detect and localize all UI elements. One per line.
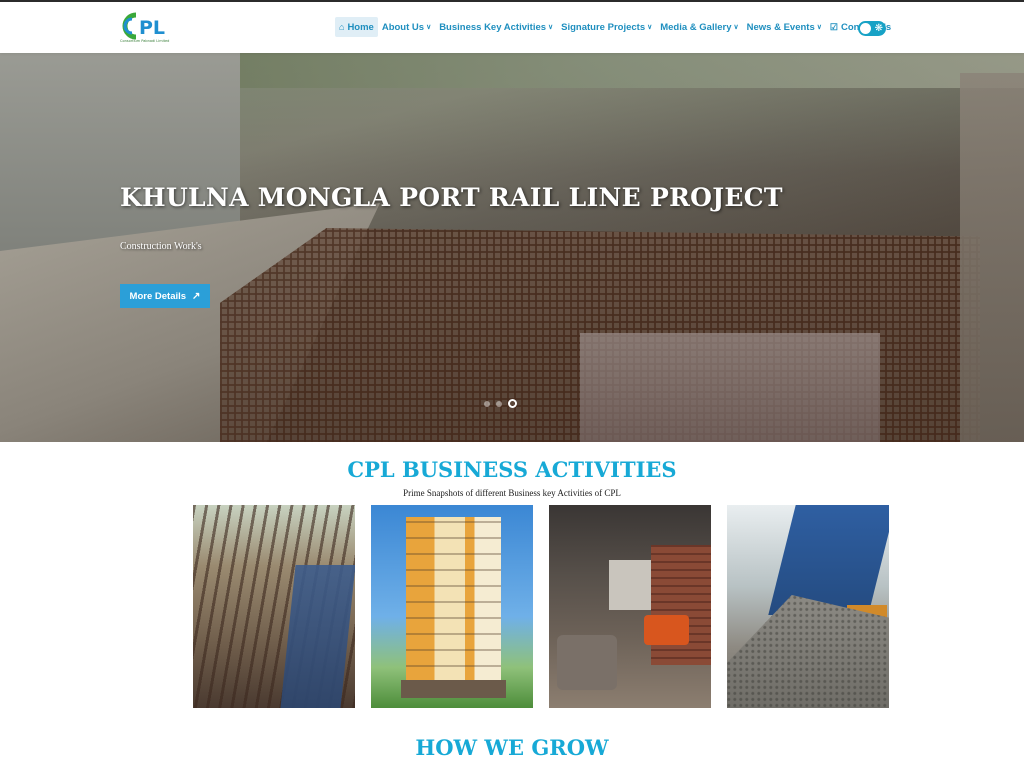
hero-title: KHULNA MONGLA PORT RAIL LINE PROJECT <box>120 183 783 212</box>
business-activities-gallery <box>193 505 889 708</box>
interior-window <box>609 560 654 610</box>
nav-news-events[interactable]: News & Events ∨ <box>743 17 826 37</box>
slider-pagination <box>484 399 517 408</box>
sun-icon: ❋ <box>874 23 883 34</box>
slider-dot-1[interactable] <box>484 400 490 407</box>
cpl-logo[interactable]: PL Consortium Pabnadi Limited <box>120 11 178 45</box>
chevron-down-icon: ∨ <box>816 24 822 31</box>
residential-building-photo[interactable] <box>371 505 533 708</box>
interior-design-photo[interactable] <box>549 505 711 708</box>
hero-photo-pit <box>580 333 880 442</box>
nav-signature-label: Signature Projects <box>561 21 646 33</box>
slider-dot-3[interactable] <box>508 399 517 408</box>
construction-site-photo[interactable] <box>193 505 355 708</box>
home-icon: ⌂ <box>339 22 345 32</box>
nav-news-label: News & Events <box>746 21 815 33</box>
svg-text:PL: PL <box>139 17 165 39</box>
hero-subtitle: Construction Work's <box>120 241 202 252</box>
building-base <box>401 680 506 698</box>
nav-business-key-activities[interactable]: Business Key Activities ∨ <box>435 17 557 37</box>
interior-brick-wall <box>651 545 711 665</box>
main-nav: ⌂ Home About Us ∨ Business Key Activitie… <box>335 17 895 37</box>
nav-signature-projects[interactable]: Signature Projects ∨ <box>557 17 656 37</box>
theme-toggle[interactable]: ❋ <box>858 21 886 36</box>
chevron-down-icon: ∨ <box>426 24 432 31</box>
toggle-knob <box>860 23 871 34</box>
gravel-pile <box>727 595 889 708</box>
nav-media-gallery[interactable]: Media & Gallery ∨ <box>656 17 742 37</box>
dump-truck-gravel-photo[interactable] <box>727 505 889 708</box>
contact-icon: ☑ <box>829 21 838 32</box>
truck-bed <box>768 505 889 615</box>
interior-sofa <box>557 635 617 690</box>
site-header: PL Consortium Pabnadi Limited ⌂ Home Abo… <box>0 0 1024 53</box>
more-details-label: More Details <box>129 290 187 302</box>
nav-home[interactable]: ⌂ Home <box>335 17 378 37</box>
chevron-down-icon: ∨ <box>647 24 653 31</box>
nav-about-us-label: About Us <box>381 21 425 33</box>
more-details-button[interactable]: More Details ↗ <box>120 284 210 308</box>
building-shape <box>406 517 501 697</box>
hero-photo-background <box>200 53 1024 88</box>
hero-photo-post <box>960 73 1024 442</box>
logo-subtitle: Consortium Pabnadi Limited <box>120 39 170 43</box>
nav-business-label: Business Key Activities <box>439 21 547 33</box>
interior-chair <box>644 615 689 645</box>
chevron-down-icon: ∨ <box>548 24 554 31</box>
how-we-grow-title: HOW WE GROW <box>415 735 609 760</box>
arrow-up-right-icon: ↗ <box>192 290 201 302</box>
business-activities-subtitle: Prime Snapshots of different Business ke… <box>403 488 621 498</box>
nav-media-label: Media & Gallery <box>660 21 732 33</box>
slider-dot-2[interactable] <box>496 400 502 407</box>
nav-home-label: Home <box>347 21 374 33</box>
hero-slider: KHULNA MONGLA PORT RAIL LINE PROJECT Con… <box>0 53 1024 442</box>
chevron-down-icon: ∨ <box>733 24 739 31</box>
business-activities-title: CPL BUSINESS ACTIVITIES <box>347 457 677 482</box>
nav-about-us[interactable]: About Us ∨ <box>378 17 435 37</box>
